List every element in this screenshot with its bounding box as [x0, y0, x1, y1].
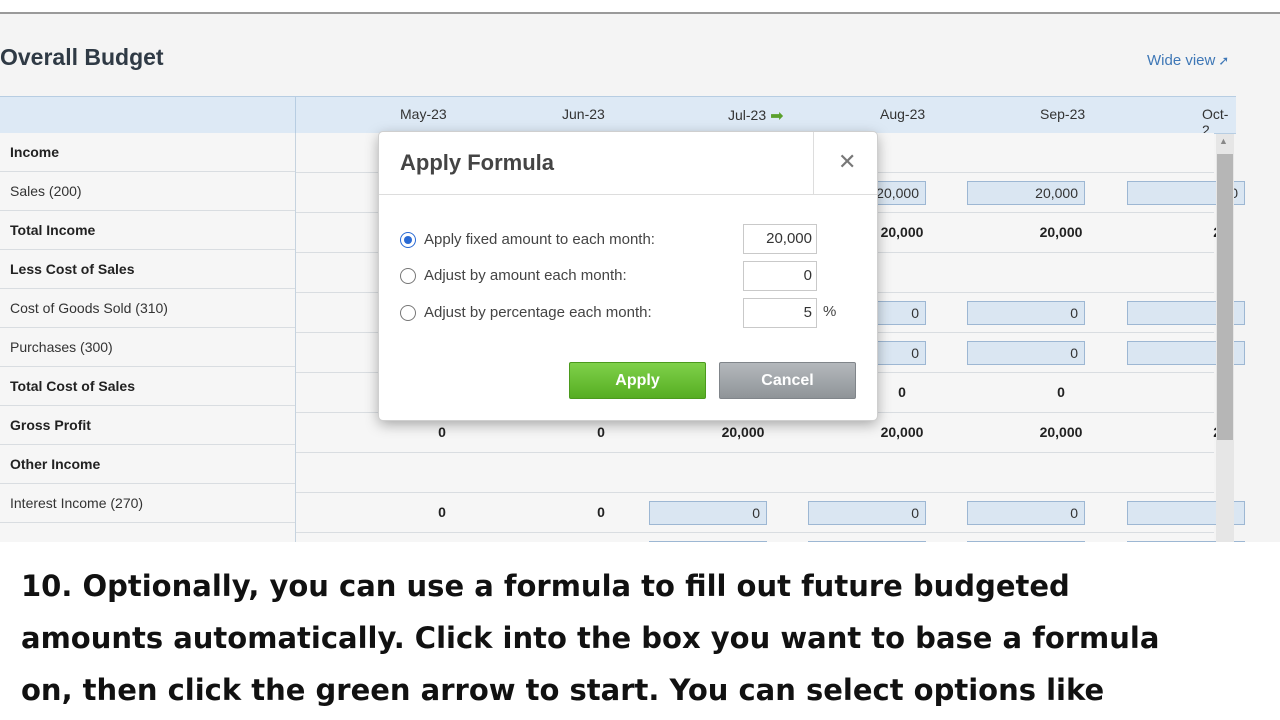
instruction-caption: 10. Optionally, you can use a formula to… — [21, 560, 1261, 716]
budget-input-cell[interactable]: 0 — [808, 501, 926, 525]
green-arrow-right-icon[interactable]: ➡ — [770, 108, 783, 125]
wide-view-label: Wide view — [1147, 52, 1216, 69]
budget-input-cell[interactable]: 0 — [967, 501, 1085, 525]
apply-button[interactable]: Apply — [569, 362, 706, 399]
page-title: Overall Budget — [0, 44, 164, 70]
wide-view-link[interactable]: Wide view ➚ — [1147, 52, 1229, 69]
row-label — [0, 523, 295, 542]
option-radio[interactable] — [400, 305, 416, 321]
row-label: Less Cost of Sales — [0, 250, 295, 289]
option-label: Adjust by amount each month: — [424, 267, 627, 284]
budget-value-cell: 20,000 — [1039, 224, 1083, 240]
month-label: Sep-23 — [1040, 106, 1086, 122]
budget-input-cell[interactable]: 0 — [649, 501, 767, 525]
budget-value-cell: 0 — [597, 504, 605, 520]
month-header: May-23 Jun-23 Jul-23 ➡ Aug-23 Sep-23 Oct-2 — [0, 96, 1236, 138]
option-value-input[interactable]: 0 — [743, 261, 817, 291]
caption-line: on, then click the green arrow to start.… — [21, 673, 1105, 707]
scrollbar-thumb[interactable] — [1217, 154, 1233, 440]
arrow-up-right-icon: ➚ — [1218, 53, 1230, 68]
budget-value-cell: 20,000 — [721, 424, 765, 440]
month-label: May-23 — [400, 106, 447, 122]
scroll-up-icon[interactable]: ▲ — [1219, 136, 1228, 146]
row-label: Income — [0, 133, 295, 172]
budget-input-cell[interactable]: 20,000 — [967, 181, 1085, 205]
dialog-header: Apply Formula ✕ — [379, 132, 877, 195]
option-radio[interactable] — [400, 232, 416, 248]
row-label: Total Income — [0, 211, 295, 250]
budget-input-cell[interactable] — [649, 541, 767, 542]
budget-value-cell: 0 — [597, 424, 605, 440]
close-icon: ✕ — [838, 149, 857, 174]
table-row — [296, 533, 1245, 542]
row-label: Gross Profit — [0, 406, 295, 445]
table-row — [296, 453, 1214, 493]
apply-formula-dialog: Apply Formula ✕ Apply fixed amount to ea… — [379, 132, 877, 420]
row-label: Interest Income (270) — [0, 484, 295, 523]
budget-value-cell: 0 — [438, 504, 446, 520]
budget-input-cell[interactable]: 0 — [967, 301, 1085, 325]
month-label: Aug-23 — [880, 106, 926, 122]
month-header-cell: Aug-23 — [880, 106, 925, 122]
month-header-cell: Jun-23 — [562, 106, 605, 122]
close-button[interactable]: ✕ — [813, 132, 878, 194]
row-label: Cost of Goods Sold (310) — [0, 289, 295, 328]
option-value-input[interactable]: 5 — [743, 298, 817, 328]
month-label: Jun-23 — [562, 106, 605, 122]
option-value-input[interactable]: 20,000 — [743, 224, 817, 254]
budget-value-cell: 0 — [1057, 384, 1065, 400]
budget-value-cell: 20,000 — [880, 224, 924, 240]
row-label: Total Cost of Sales — [0, 367, 295, 406]
month-header-cell: Jul-23 ➡ — [728, 106, 784, 126]
caption-line: amounts automatically. Click into the bo… — [21, 621, 1160, 655]
budget-value-cell: 0 — [438, 424, 446, 440]
dialog-title: Apply Formula — [400, 150, 555, 175]
option-label: Adjust by percentage each month: — [424, 304, 652, 321]
cancel-button[interactable]: Cancel — [719, 362, 856, 399]
row-label: Other Income — [0, 445, 295, 484]
budget-input-cell[interactable] — [967, 541, 1085, 542]
budget-value-cell: 20,000 — [1039, 424, 1083, 440]
month-label: Jul-23 — [728, 107, 767, 123]
option-radio[interactable] — [400, 268, 416, 284]
budget-value-cell: 20,000 — [880, 424, 924, 440]
window-top-strip — [0, 0, 1280, 14]
row-label: Sales (200) — [0, 172, 295, 211]
month-header-cell: Sep-23 — [1040, 106, 1085, 122]
row-label: Purchases (300) — [0, 328, 295, 367]
option-label: Apply fixed amount to each month: — [424, 231, 655, 248]
percent-suffix: % — [823, 303, 837, 320]
row-labels: Income Sales (200) Total Income Less Cost o… — [0, 133, 296, 542]
month-header-cell: May-23 — [400, 106, 447, 122]
budget-input-cell[interactable] — [808, 541, 926, 542]
budget-input-cell[interactable]: 0 — [967, 341, 1085, 365]
caption-line: 10. Optionally, you can use a formula to… — [21, 569, 1070, 603]
table-row: 0 0 0 0 0 — [296, 493, 1245, 533]
budget-value-cell: 0 — [898, 384, 906, 400]
